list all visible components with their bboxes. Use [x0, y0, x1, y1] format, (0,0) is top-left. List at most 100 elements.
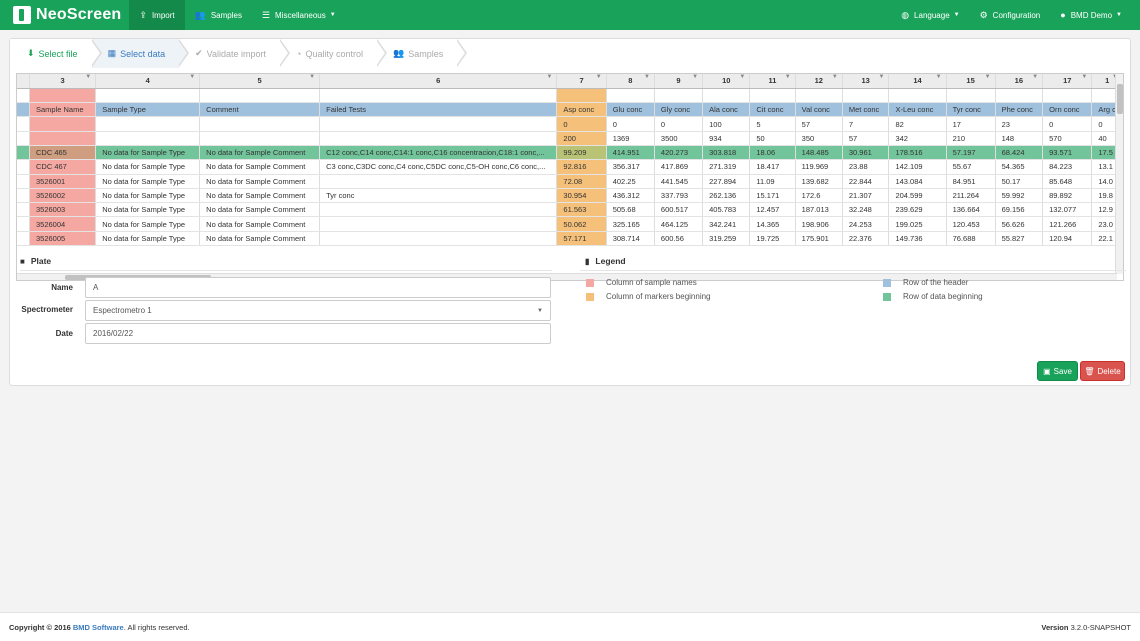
column-header[interactable]: 17 ▼: [1042, 74, 1093, 89]
table-cell[interactable]: [95, 131, 201, 146]
table-cell[interactable]: 57: [842, 131, 890, 146]
table-cell[interactable]: [29, 88, 97, 104]
table-cell[interactable]: 414.951: [606, 145, 655, 161]
table-cell[interactable]: No data for Sample Comment: [199, 159, 321, 175]
table-cell[interactable]: 0: [556, 116, 607, 132]
table-cell[interactable]: No data for Sample Type: [95, 159, 201, 175]
table-cell[interactable]: [319, 202, 558, 218]
table-cell[interactable]: 198.906: [795, 216, 843, 232]
table-cell[interactable]: Failed Tests: [319, 102, 558, 118]
table-cell[interactable]: 172.6: [795, 188, 843, 204]
table-cell[interactable]: 175.901: [795, 231, 843, 247]
table-cell[interactable]: 19.725: [749, 231, 796, 247]
table-cell[interactable]: 405.783: [702, 202, 751, 218]
table-cell[interactable]: 57.171: [556, 231, 607, 247]
table-cell[interactable]: 3500: [654, 131, 704, 146]
table-cell[interactable]: 21.307: [842, 188, 890, 204]
table-cell[interactable]: 50.17: [995, 174, 1044, 189]
table-cell[interactable]: Ala conc: [702, 102, 751, 118]
table-cell[interactable]: No data for Sample Comment: [199, 174, 321, 189]
nav-miscellaneous[interactable]: ☰ Miscellaneous ▼: [252, 0, 346, 30]
table-cell[interactable]: 148.485: [795, 145, 843, 161]
table-cell[interactable]: No data for Sample Comment: [199, 202, 321, 218]
table-cell[interactable]: [995, 88, 1044, 104]
nav-import[interactable]: ⇪ Import: [129, 0, 185, 30]
vertical-scrollbar[interactable]: [1115, 74, 1123, 274]
wizard-step-select-file[interactable]: ⬇ Select file: [11, 39, 102, 68]
table-cell[interactable]: Phe conc: [995, 102, 1044, 118]
table-cell[interactable]: [319, 216, 558, 232]
column-header[interactable]: 6 ▼: [319, 74, 558, 89]
table-cell[interactable]: 227.894: [702, 174, 751, 189]
table-cell[interactable]: 72.08: [556, 174, 607, 189]
table-cell[interactable]: 55.827: [995, 231, 1044, 247]
chevron-down-icon[interactable]: ▼: [692, 74, 698, 80]
table-cell[interactable]: 199.025: [888, 216, 947, 232]
table-cell[interactable]: 15.171: [749, 188, 796, 204]
column-header[interactable]: 13 ▼: [842, 74, 890, 89]
table-cell[interactable]: 89.892: [1042, 188, 1093, 204]
table-cell[interactable]: 600.56: [654, 231, 704, 247]
column-header[interactable]: 8 ▼: [606, 74, 655, 89]
column-header[interactable]: 14 ▼: [888, 74, 947, 89]
table-cell[interactable]: 600.517: [654, 202, 704, 218]
table-cell[interactable]: Met conc: [842, 102, 890, 118]
nav-user-menu[interactable]: ● BMD Demo ▼: [1050, 0, 1132, 30]
table-cell[interactable]: 934: [702, 131, 751, 146]
chevron-down-icon[interactable]: ▼: [832, 74, 838, 80]
column-header[interactable]: 3 ▼: [29, 74, 97, 89]
table-cell[interactable]: 210: [946, 131, 996, 146]
column-header[interactable]: 4 ▼: [95, 74, 201, 89]
table-cell[interactable]: 18.06: [749, 145, 796, 161]
table-cell[interactable]: 342: [888, 131, 947, 146]
wizard-step-validate-import[interactable]: ✔ Validate import: [179, 39, 291, 68]
column-header[interactable]: 15 ▼: [946, 74, 996, 89]
table-cell[interactable]: Tyr conc: [946, 102, 996, 118]
table-cell[interactable]: 136.664: [946, 202, 996, 218]
table-cell[interactable]: 271.319: [702, 159, 751, 175]
table-cell[interactable]: 14.365: [749, 216, 796, 232]
table-cell[interactable]: 3526004: [29, 216, 97, 232]
table-cell[interactable]: Sample Type: [95, 102, 201, 118]
table-cell[interactable]: 143.084: [888, 174, 947, 189]
chevron-down-icon[interactable]: ▼: [596, 74, 602, 80]
table-cell[interactable]: 84.223: [1042, 159, 1093, 175]
wizard-step-quality-control[interactable]: ◔ Quality control: [280, 39, 388, 68]
table-cell[interactable]: [946, 88, 996, 104]
table-cell[interactable]: 57: [795, 116, 843, 132]
table-cell[interactable]: [1042, 88, 1093, 104]
table-cell[interactable]: 132.077: [1042, 202, 1093, 218]
table-cell[interactable]: 30.961: [842, 145, 890, 161]
table-cell[interactable]: [319, 231, 558, 247]
table-cell[interactable]: [319, 131, 558, 146]
chevron-down-icon[interactable]: ▼: [546, 74, 552, 80]
table-cell[interactable]: 200: [556, 131, 607, 146]
table-cell[interactable]: 570: [1042, 131, 1093, 146]
table-cell[interactable]: 68.424: [995, 145, 1044, 161]
chevron-down-icon[interactable]: ▼: [739, 74, 745, 80]
table-cell[interactable]: [95, 116, 201, 132]
table-cell[interactable]: 22.376: [842, 231, 890, 247]
table-cell[interactable]: [95, 88, 201, 104]
chevron-down-icon[interactable]: ▼: [309, 74, 315, 80]
table-cell[interactable]: No data for Sample Comment: [199, 188, 321, 204]
table-cell[interactable]: [795, 88, 843, 104]
table-cell[interactable]: C3 conc,C3DC conc,C4 conc,C5DC conc,C5-O…: [319, 159, 558, 175]
table-cell[interactable]: 23.88: [842, 159, 890, 175]
table-cell[interactable]: 121.266: [1042, 216, 1093, 232]
table-cell[interactable]: X-Leu conc: [888, 102, 947, 118]
table-cell[interactable]: [319, 88, 558, 104]
table-cell[interactable]: Cit conc: [749, 102, 796, 118]
nav-language[interactable]: ◍ Language ▼: [891, 0, 969, 30]
wizard-step-select-data[interactable]: ▦ Select data: [91, 39, 190, 68]
chevron-down-icon[interactable]: ▼: [189, 74, 195, 80]
table-cell[interactable]: No data for Sample Type: [95, 216, 201, 232]
table-cell[interactable]: [199, 116, 321, 132]
table-cell[interactable]: 7: [842, 116, 890, 132]
table-cell[interactable]: 337.793: [654, 188, 704, 204]
table-cell[interactable]: 142.109: [888, 159, 947, 175]
table-cell[interactable]: 3526005: [29, 231, 97, 247]
column-header[interactable]: 10 ▼: [702, 74, 751, 89]
table-cell[interactable]: [702, 88, 751, 104]
spectrometer-select[interactable]: Espectrometro 1 ▼: [85, 300, 551, 321]
